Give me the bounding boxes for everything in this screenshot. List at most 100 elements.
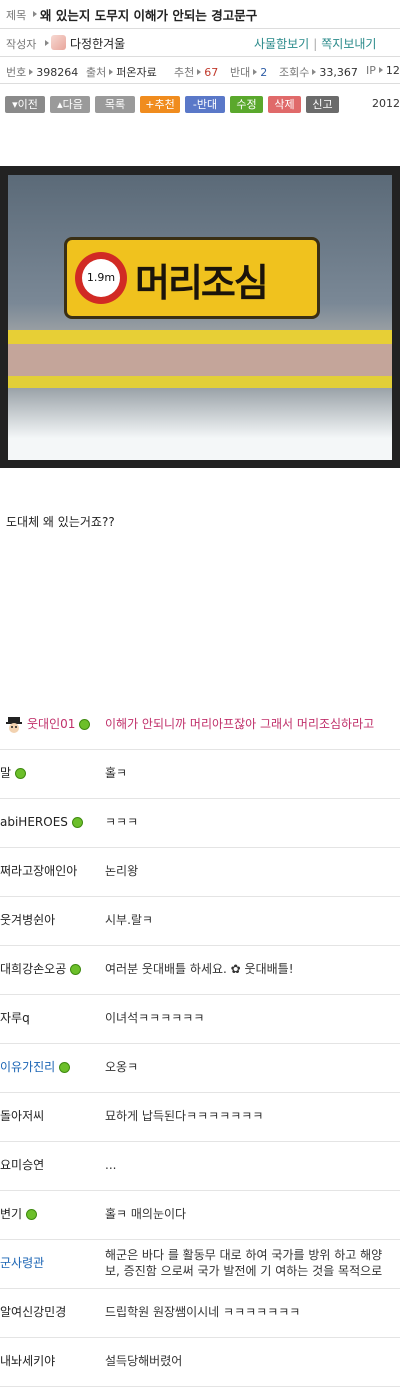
view-locker-link[interactable]: 사물함보기 bbox=[254, 37, 309, 51]
comment-row: 자루q 이녀석ㅋㅋㅋㅋㅋㅋ bbox=[0, 994, 400, 1044]
comment-row: 요미승연... bbox=[0, 1141, 400, 1191]
post-title-row: 제목 왜 있는지 도무지 이해가 안되는 경고문구 bbox=[0, 0, 400, 29]
list-button[interactable]: 목록 bbox=[95, 96, 135, 113]
edit-button[interactable]: 수정 bbox=[230, 96, 263, 113]
comment-nickname[interactable]: 이유가진리 bbox=[0, 1043, 71, 1092]
comment-nickname[interactable]: 웃겨병쉰아 bbox=[0, 896, 55, 945]
report-button[interactable]: 신고 bbox=[306, 96, 339, 113]
oppose-label: 반대 bbox=[196, 98, 218, 111]
comment-row: 변기 홀ㅋ 매의눈이다 bbox=[0, 1190, 400, 1240]
views-value: 33,367 bbox=[319, 66, 358, 79]
comment-nickname-text: 돌아저씨 bbox=[0, 1109, 45, 1123]
report-label: 신고 bbox=[312, 98, 333, 111]
prev-label: 이전 bbox=[17, 98, 38, 111]
comment-row: abiHEROES ㅋㅋㅋ bbox=[0, 798, 400, 848]
post-body: 도대체 왜 있는거죠?? bbox=[6, 515, 115, 529]
oppose-label: 반대 bbox=[230, 66, 251, 79]
arrow-right-icon bbox=[33, 11, 37, 17]
comment-nickname[interactable]: 군사령관 bbox=[0, 1239, 44, 1288]
arrow-right-icon bbox=[29, 69, 34, 75]
recommend-label: 추천 bbox=[154, 98, 175, 111]
online-status-icon bbox=[79, 719, 91, 730]
ip-value: 12 bbox=[385, 64, 400, 77]
comment-nickname[interactable]: 자루q bbox=[0, 994, 30, 1043]
author-name[interactable]: 다정한겨울 bbox=[70, 35, 125, 52]
comment-row: 말 홀ㅋ bbox=[0, 749, 400, 799]
post-recommend: 추천 67 bbox=[174, 64, 218, 80]
recommend-label: 추천 bbox=[174, 66, 195, 79]
comment-nickname[interactable]: 알여신강민경 bbox=[0, 1288, 66, 1337]
comment-nickname-text: 요미승연 bbox=[0, 1158, 45, 1172]
comment-text: 여러분 웃대배틀 하세요. ✿ 웃대배틀! bbox=[105, 962, 294, 976]
title-label: 제목 bbox=[6, 9, 27, 22]
beam bbox=[8, 344, 392, 376]
comment-row: 내놔세키야 설득당해버렸어 bbox=[0, 1337, 400, 1387]
comment-text: 논리왕 bbox=[105, 864, 139, 878]
post-image: 1.9m 머리조심 bbox=[0, 166, 400, 468]
comment-row: 대희강손오공 여러분 웃대배틀 하세요. ✿ 웃대배틀! bbox=[0, 945, 400, 995]
comment-nickname[interactable]: 내놔세키야 bbox=[0, 1337, 55, 1386]
comment-row: 웃겨병쉰아 시부.랄ㅋ bbox=[0, 896, 400, 946]
comment-nickname[interactable]: 쩌라고장애인아 bbox=[0, 847, 77, 896]
views-label: 조회수 bbox=[279, 66, 310, 79]
send-message-link[interactable]: 쪽지보내기 bbox=[321, 37, 376, 51]
oppose-button[interactable]: -반대 bbox=[185, 96, 225, 113]
recommend-button[interactable]: +추천 bbox=[140, 96, 180, 113]
comment-nickname-text: 대희강손오공 bbox=[0, 962, 67, 976]
comment-text: 설득당해버렸어 bbox=[105, 1354, 183, 1368]
online-status-icon bbox=[26, 1209, 38, 1220]
yellow-stripe bbox=[8, 330, 392, 344]
online-status-icon bbox=[59, 1062, 71, 1073]
list-label: 목록 bbox=[104, 98, 126, 111]
comment-text: 해군은 바다 를 활동무 대로 하여 국가를 방위 하고 해양 보, 증진함 으… bbox=[105, 1248, 383, 1278]
comment-text: 이녀석ㅋㅋㅋㅋㅋㅋ bbox=[105, 1011, 205, 1025]
comment-text: 이해가 안되니까 머리아프잖아 그래서 머리조심하라고 bbox=[105, 717, 375, 731]
post-views: 조회수 33,367 bbox=[279, 64, 358, 80]
comment-nickname[interactable]: 요미승연 bbox=[0, 1141, 44, 1190]
warning-sign: 1.9m 머리조심 bbox=[64, 237, 320, 319]
comment-row: 알여신강민경 드립학원 원장쌤이시네 ㅋㅋㅋㅋㅋㅋㅋ bbox=[0, 1288, 400, 1338]
arrow-right-icon bbox=[253, 69, 258, 75]
comment-nickname-text: 알여신강민경 bbox=[0, 1305, 67, 1319]
prev-button[interactable]: ▾이전 bbox=[5, 96, 45, 113]
comment-nickname[interactable]: 말 bbox=[0, 749, 27, 798]
author-links: 사물함보기 | 쪽지보내기 bbox=[254, 35, 376, 52]
comment-text: ㅋㅋㅋ bbox=[105, 815, 139, 829]
recommend-value: 67 bbox=[204, 66, 219, 79]
ip-label: IP bbox=[366, 64, 376, 77]
arrow-right-icon bbox=[109, 69, 114, 75]
comment-text: ... bbox=[105, 1158, 117, 1172]
source-value: 퍼온자료 bbox=[116, 66, 157, 79]
arrow-right-icon bbox=[45, 40, 49, 46]
post-action-bar: ▾이전 ▴다음 목록 +추천 -반대 수정 삭제 신고 2012- bbox=[0, 93, 400, 117]
post-ip: IP 12 bbox=[366, 64, 400, 77]
number-label: 번호 bbox=[6, 66, 27, 79]
height-limit-icon: 1.9m bbox=[75, 252, 127, 304]
next-button[interactable]: ▴다음 bbox=[50, 96, 90, 113]
comment-nickname-text: 웃겨병쉰아 bbox=[0, 913, 56, 927]
comment-nickname[interactable]: 웃대인01 bbox=[0, 700, 91, 749]
comment-row: 군사령관 해군은 바다 를 활동무 대로 하여 국가를 방위 하고 해양 보, 증… bbox=[0, 1239, 400, 1289]
number-value: 398264 bbox=[36, 66, 79, 79]
comment-nickname[interactable]: 돌아저씨 bbox=[0, 1092, 44, 1141]
tunnel-photo: 1.9m 머리조심 bbox=[8, 175, 392, 460]
arrow-right-icon bbox=[312, 69, 317, 75]
comment-row: 웃대인01 이해가 안되니까 머리아프잖아 그래서 머리조심하라고 bbox=[0, 700, 400, 750]
comment-nickname-text: 내놔세키야 bbox=[0, 1354, 56, 1368]
comment-text: 홀ㅋ bbox=[105, 766, 128, 780]
comment-nickname[interactable]: abiHEROES bbox=[0, 798, 83, 847]
comment-nickname[interactable]: 대희강손오공 bbox=[0, 945, 82, 994]
comment-nickname-text: 군사령관 bbox=[0, 1256, 45, 1270]
comment-nickname-text: 말 bbox=[0, 766, 12, 780]
comment-row: 돌아저씨 묘하게 납득된다ㅋㅋㅋㅋㅋㅋㅋ bbox=[0, 1092, 400, 1142]
delete-label: 삭제 bbox=[274, 98, 295, 111]
comment-nickname-text: abiHEROES bbox=[0, 815, 68, 829]
post-meta-row: 번호 398264 출처 퍼온자료 추천 67 반대 2 조회수 33,367 IP 12 bbox=[0, 59, 400, 84]
delete-button[interactable]: 삭제 bbox=[268, 96, 301, 113]
comment-nickname-text: 이유가진리 bbox=[0, 1060, 56, 1074]
post-source: 출처 퍼온자료 bbox=[86, 64, 157, 80]
comment-nickname-text: 쩌라고장애인아 bbox=[0, 864, 78, 878]
yellow-stripe bbox=[8, 376, 392, 388]
comment-nickname[interactable]: 변기 bbox=[0, 1190, 38, 1239]
oppose-value: 2 bbox=[260, 66, 268, 79]
